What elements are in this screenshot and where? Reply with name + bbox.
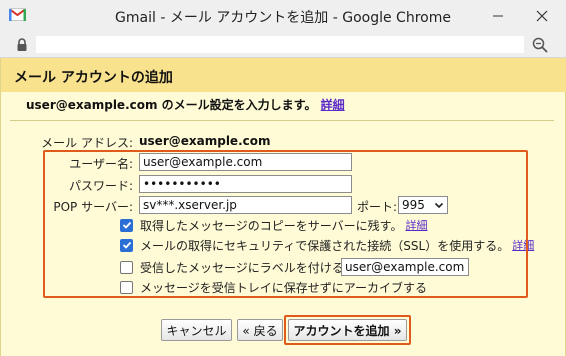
pop-server-input[interactable]: [139, 196, 352, 214]
window-titlebar: Gmail - メール アカウントを追加 - Google Chrome: [0, 0, 566, 32]
ssl-details-link[interactable]: 詳細: [512, 237, 534, 253]
url-input[interactable]: [36, 36, 524, 53]
minimize-button[interactable]: [486, 5, 510, 27]
address-bar: [0, 32, 566, 58]
username-input[interactable]: [139, 153, 352, 171]
window-title: Gmail - メール アカウントを追加 - Google Chrome: [115, 10, 451, 26]
divider: [10, 120, 554, 121]
ssl-checkbox[interactable]: [120, 238, 133, 252]
add-account-button[interactable]: アカウントを追加 »: [288, 319, 407, 341]
instruction-text: user@example.com のメール設定を入力します。 詳細: [26, 96, 345, 113]
option-label-messages: 受信したメッセージにラベルを付ける:: [120, 258, 351, 276]
instruction-details-link[interactable]: 詳細: [321, 98, 345, 112]
back-button[interactable]: « 戻る: [237, 319, 283, 341]
cancel-button[interactable]: キャンセル: [161, 319, 232, 341]
dialog-header: メール アカウントの追加: [1, 58, 566, 92]
lock-icon: [17, 38, 27, 51]
instruction-label: user@example.com のメール設定を入力します。: [26, 98, 317, 112]
leave-copy-details-link[interactable]: 詳細: [405, 217, 427, 233]
username-label: ユーザー名:: [69, 157, 133, 171]
close-button[interactable]: [530, 5, 554, 27]
label-messages-label: 受信したメッセージにラベルを付ける:: [140, 260, 348, 275]
label-select-value: user@example.com: [345, 260, 465, 274]
chevron-down-icon: [434, 202, 444, 209]
port-label: ポート:: [357, 200, 398, 214]
dialog-content: メール アカウントの追加 user@example.com のメール設定を入力し…: [0, 58, 566, 356]
option-ssl: メールの取得にセキュリティで保護された接続（SSL）を使用する。 詳細: [120, 236, 534, 254]
leave-copy-checkbox[interactable]: [120, 218, 133, 232]
close-icon: [536, 10, 548, 22]
port-select-value: 995: [402, 198, 425, 212]
leave-copy-label: 取得したメッセージのコピーをサーバーに残す。: [140, 218, 403, 233]
pop-server-label: POP サーバー:: [53, 200, 133, 214]
password-label: パスワード:: [68, 179, 133, 193]
label-messages-checkbox[interactable]: [120, 260, 133, 274]
ssl-label: メールの取得にセキュリティで保護された接続（SSL）を使用する。: [140, 238, 510, 253]
archive-label: メッセージを受信トレイに保存せずにアーカイブする: [140, 280, 428, 295]
email-value: user@example.com: [139, 134, 271, 148]
option-leave-copy: 取得したメッセージのコピーをサーバーに残す。 詳細: [120, 216, 427, 234]
port-select[interactable]: 995: [398, 196, 448, 214]
zoom-icon[interactable]: [531, 36, 549, 54]
minimize-icon: [493, 15, 503, 17]
page-title: メール アカウントの追加: [14, 70, 173, 86]
option-archive: メッセージを受信トレイに保存せずにアーカイブする: [120, 278, 430, 296]
email-label: メール アドレス:: [41, 136, 133, 150]
password-input[interactable]: [139, 175, 352, 193]
checkmark-icon: [122, 221, 131, 229]
label-select[interactable]: user@example.com: [341, 258, 469, 276]
archive-checkbox[interactable]: [120, 280, 133, 294]
checkmark-icon: [122, 241, 131, 249]
